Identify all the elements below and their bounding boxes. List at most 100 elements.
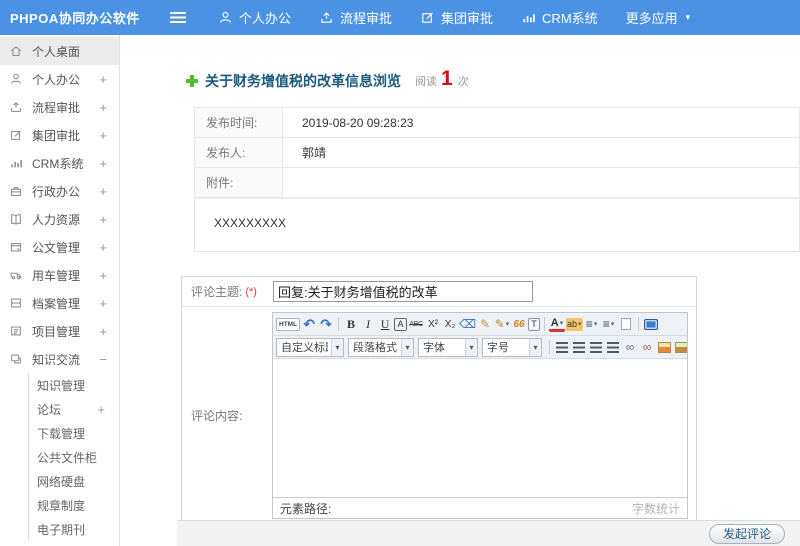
nav-more-apps[interactable]: 更多应用 ▾ (626, 8, 691, 27)
expand-plus-icon[interactable]: + (99, 324, 107, 339)
info-value (283, 168, 799, 197)
font-color-button[interactable]: A ▾ (549, 317, 566, 332)
expand-plus-icon[interactable]: + (99, 128, 107, 143)
nav-personal-office-label: 个人办公 (239, 11, 292, 26)
expand-plus-icon[interactable]: + (99, 100, 107, 115)
sidebar-subitem-forum[interactable]: 论坛 + (29, 397, 119, 421)
undo-button[interactable]: ↶ (301, 315, 317, 333)
unordered-list-button[interactable]: ≡ ▾ (601, 315, 617, 333)
select-label: 字号 (487, 342, 509, 354)
unlink-button[interactable] (639, 338, 655, 356)
toolbar-separator (637, 317, 639, 331)
sidebar-subitem-rules-regulations[interactable]: 规章制度 (29, 493, 119, 517)
nav-personal-office[interactable]: 个人办公 (218, 8, 291, 27)
underline-button[interactable]: U (377, 315, 393, 333)
word-count-label: 字数统计 (631, 501, 680, 516)
superscript-button[interactable]: X² (425, 315, 441, 333)
sidebar-subitem-public-file-cabinet[interactable]: 公共文件柜 (29, 445, 119, 469)
sidebar-item-human-resources[interactable]: 人力资源 + (0, 205, 119, 233)
sidebar-item-admin-office[interactable]: 行政办公 + (0, 177, 119, 205)
collapse-minus-icon[interactable]: − (99, 352, 107, 367)
paste-as-text-button[interactable]: T (528, 317, 541, 331)
align-justify-button[interactable] (605, 338, 621, 356)
sidebar-subitem-network-disk[interactable]: 网络硬盘 (29, 469, 119, 493)
sidebar-item-personal-desktop[interactable]: 个人桌面 (0, 37, 119, 65)
nav-crm-system[interactable]: CRM系统 (521, 8, 598, 27)
toolbar-separator (549, 340, 550, 354)
format-brush-button[interactable]: ✎ (477, 315, 493, 333)
nav-group-approval-label: 集团审批 (441, 11, 494, 26)
bold-button[interactable]: B (343, 315, 359, 333)
sidebar-item-personal-office[interactable]: 个人办公 + (0, 65, 119, 93)
new-document-button[interactable] (618, 315, 634, 333)
expand-plus-icon[interactable]: + (99, 240, 107, 255)
archive-icon (9, 296, 23, 310)
redo-button[interactable]: ↷ (318, 315, 334, 333)
toolbar-separator (338, 317, 340, 331)
article-content-text: XXXXXXXXX (214, 216, 287, 230)
info-value: 郭靖 (302, 146, 327, 160)
font-select[interactable]: 字体 ▾ (418, 337, 478, 357)
toolbar-separator (544, 317, 546, 331)
sidebar-submenu: 知识管理 论坛 + 下载管理 公共文件柜 网络硬盘 规章制度 电子期刊 (28, 373, 119, 541)
sidebar-item-group-approval[interactable]: 集团审批 + (0, 121, 119, 149)
editor-status-bar: 元素路径: 字数统计 (273, 497, 687, 518)
sidebar-subitem-knowledge-mgmt[interactable]: 知识管理 (29, 373, 119, 397)
italic-button[interactable]: I (360, 315, 376, 333)
page-title: 关于财务增值税的改革信息浏览 (205, 73, 401, 89)
expand-plus-icon[interactable]: + (99, 268, 107, 283)
submit-comment-button[interactable]: 发起评论 (708, 523, 785, 544)
info-row: 发布时间: 2019-08-20 09:28:23 (195, 108, 799, 138)
link-button[interactable] (622, 338, 638, 356)
highlight-color-button[interactable]: ab ▾ (566, 317, 583, 331)
expand-plus-icon[interactable]: + (99, 296, 107, 311)
subscript-button[interactable]: X₂ (442, 315, 458, 333)
sidebar-item-knowledge-exchange[interactable]: 知识交流 − (0, 345, 119, 373)
app-logo: PHPOA协同办公软件 (10, 11, 140, 26)
sidebar-item-label: 用车管理 (32, 268, 81, 283)
nav-group-approval[interactable]: 集团审批 (420, 8, 493, 27)
chart-icon (521, 10, 536, 25)
paragraph-select[interactable]: 段落格式 ▾ (348, 337, 414, 357)
html-source-button[interactable]: HTML (276, 317, 301, 331)
subject-input[interactable] (273, 281, 533, 302)
ordered-list-button[interactable]: ≡ ▾ (584, 315, 600, 333)
sidebar-item-process-approval[interactable]: 流程审批 + (0, 93, 119, 121)
align-center-button[interactable] (571, 338, 587, 356)
sidebar-item-document-mgmt[interactable]: 公文管理 + (0, 233, 119, 261)
editor-body[interactable] (273, 359, 687, 497)
info-label: 附件: (195, 168, 283, 197)
align-left-button[interactable] (554, 338, 570, 356)
sidebar-item-vehicle-mgmt[interactable]: 用车管理 + (0, 261, 119, 289)
font-style-box-button[interactable]: A (394, 317, 408, 331)
expand-plus-icon[interactable]: + (99, 156, 107, 171)
align-right-button[interactable] (588, 338, 604, 356)
fullscreen-button[interactable] (643, 315, 659, 333)
expand-plus-icon[interactable]: + (99, 72, 107, 87)
expand-plus-icon[interactable]: + (97, 402, 105, 417)
expand-plus-icon[interactable]: + (99, 184, 107, 199)
size-select[interactable]: 字号 ▾ (482, 337, 542, 357)
align-right-icon (590, 341, 602, 353)
sidebar-item-project-mgmt[interactable]: 项目管理 + (0, 317, 119, 345)
graffiti-pen-button[interactable]: ✎ ▾ (494, 315, 510, 333)
sidebar-subitem-download-mgmt[interactable]: 下载管理 (29, 421, 119, 445)
menu-toggle-icon[interactable] (170, 12, 186, 23)
blockquote-button[interactable]: 66 (511, 315, 527, 333)
expand-plus-icon[interactable]: + (99, 212, 107, 227)
sidebar-item-label: 集团审批 (32, 128, 81, 143)
heading-select[interactable]: 自定义标题▾ (276, 337, 344, 357)
eraser-button[interactable]: ⌫ (459, 315, 476, 333)
nav-process-approval[interactable]: 流程审批 (319, 8, 392, 27)
sidebar-item-archive-mgmt[interactable]: 档案管理 + (0, 289, 119, 317)
multi-image-button[interactable] (673, 338, 687, 356)
strikethrough-button[interactable]: ABC (408, 315, 424, 333)
image-icon (657, 341, 671, 353)
article-title-row: 关于财务增值税的改革信息浏览 阅读 1 次 (186, 67, 800, 93)
info-row: 附件: (195, 168, 799, 198)
image-button[interactable] (656, 338, 672, 356)
sidebar-subitem-e-journal[interactable]: 电子期刊 (29, 517, 119, 541)
sidebar-item-label: CRM系统 (32, 156, 84, 171)
sidebar-item-label: 档案管理 (32, 296, 81, 311)
sidebar-item-crm-system[interactable]: CRM系统 + (0, 149, 119, 177)
